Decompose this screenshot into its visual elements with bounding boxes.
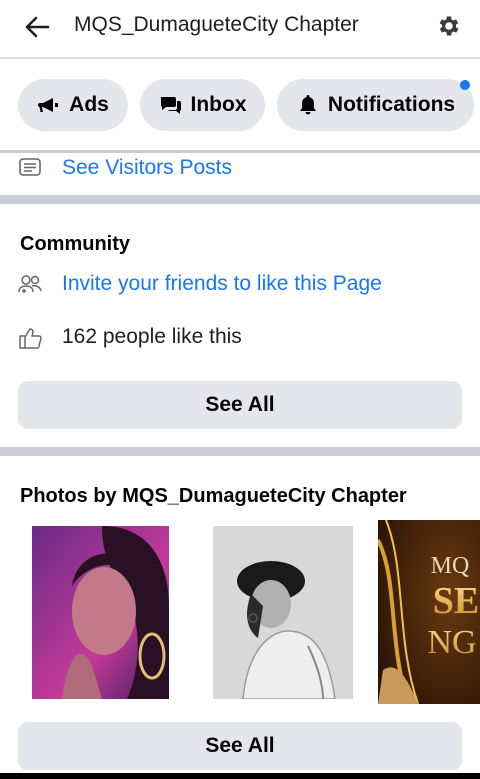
page-title: MQS_DumagueteCity Chapter [74,13,359,36]
top-bar: MQS_DumagueteCity Chapter [0,0,480,56]
gear-icon[interactable] [436,13,462,39]
see-visitors-posts-link[interactable]: See Visitors Posts [62,156,232,180]
photos-see-all-button[interactable]: See All [18,722,462,770]
photo-thumbnail[interactable] [213,526,353,699]
people-icon [18,275,42,293]
megaphone-icon [38,98,59,112]
portrait-photo-image [32,526,169,699]
thumbs-up-icon [19,328,42,349]
tab-notifications-label: Notifications [327,93,456,116]
community-see-all-button[interactable]: See All [18,381,462,429]
tab-notifications[interactable]: Notifications [277,79,474,131]
community-title: Community [20,233,130,255]
poster-text-2: SE [433,580,479,622]
tab-inbox-label: Inbox [190,93,247,116]
bottom-edge [0,773,480,779]
tab-ads[interactable]: Ads [18,79,128,131]
poster-text-1: MQ [431,553,470,579]
tab-ads-label: Ads [69,93,109,116]
likes-count-text: 162 people like this [62,325,242,348]
invite-friends-link[interactable]: Invite your friends to like this Page [62,272,382,296]
tab-inbox[interactable]: Inbox [140,79,265,131]
bell-icon [299,95,316,115]
notification-badge [460,80,470,90]
poster-text-3: NG [427,624,476,661]
photo-thumbnail[interactable] [32,526,169,699]
arrow-left-icon[interactable] [22,12,52,42]
header-divider [0,57,480,59]
event-poster-image: MQ SE NG [378,520,480,704]
photo-thumbnail[interactable]: MQ SE NG [378,520,480,704]
tabs-divider [0,150,480,153]
section-divider [0,447,480,456]
photos-title: Photos by MQS_DumagueteCity Chapter [20,485,407,507]
bw-portrait-image [213,526,353,699]
section-divider [0,195,480,204]
chat-bubbles-icon [160,97,181,114]
posts-icon [19,158,41,176]
